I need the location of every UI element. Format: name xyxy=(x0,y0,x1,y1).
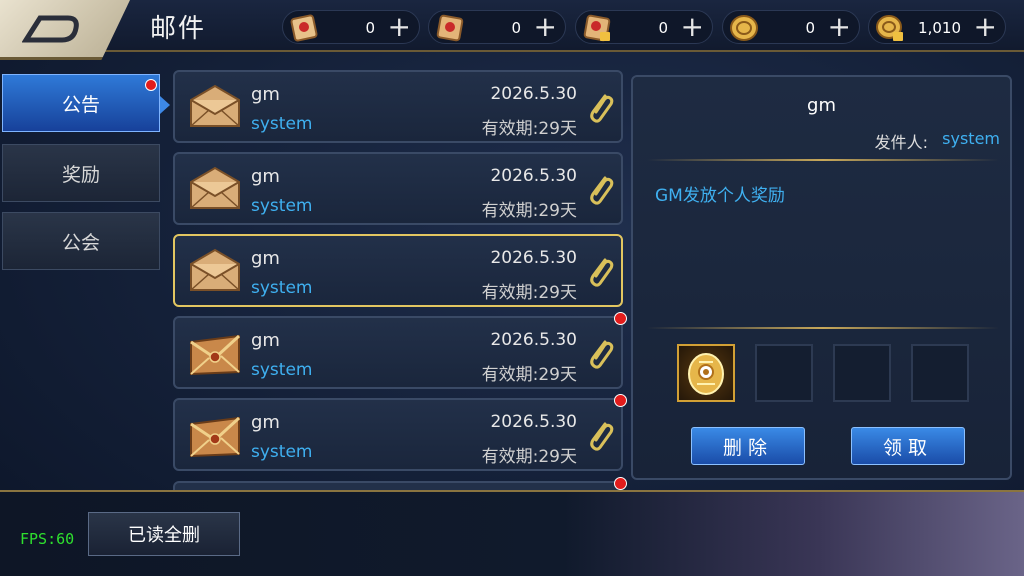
resource-counter: 0 + xyxy=(722,10,860,44)
delete-button[interactable]: 删除 xyxy=(691,427,805,465)
attachment-clip-icon xyxy=(585,90,615,126)
attachment-slot[interactable] xyxy=(911,344,969,402)
sender-label: 发件人: xyxy=(874,133,928,152)
tab-label: 公告 xyxy=(61,93,100,116)
mail-expiry: 有效期:29天 xyxy=(481,283,577,303)
attachment-slot[interactable] xyxy=(677,344,735,402)
add-resource-button[interactable]: + xyxy=(681,11,704,43)
mail-expiry: 有效期:29天 xyxy=(481,365,577,385)
envelope-icon xyxy=(187,164,243,214)
sealed-envelope-icon xyxy=(187,410,243,460)
sender-name: system xyxy=(942,129,1000,148)
claim-button[interactable]: 领取 xyxy=(851,427,965,465)
mail-date: 2026.5.30 xyxy=(490,166,577,186)
mail-sender: gm xyxy=(251,248,280,269)
tab-label: 奖励 xyxy=(61,163,100,186)
tab-reward[interactable]: 奖励 xyxy=(2,144,160,202)
mail-sender: gm xyxy=(251,84,280,105)
resource-value: 1,010 xyxy=(918,19,961,37)
mail-body: GM发放个人奖励 xyxy=(655,186,785,206)
mail-item[interactable]: gm system 2026.5.30 有效期:29天 xyxy=(173,394,627,471)
resource-counter: 0 + xyxy=(282,10,420,44)
unread-badge xyxy=(145,79,157,91)
red-scroll-icon xyxy=(287,12,321,44)
attachment-slot[interactable] xyxy=(755,344,813,402)
resource-counter: 0 + xyxy=(428,10,566,44)
mail-from: system xyxy=(251,360,313,380)
delete-read-all-button[interactable]: 已读全删 xyxy=(88,512,240,556)
locked-gold-coin-icon xyxy=(873,12,907,44)
mail-date: 2026.5.30 xyxy=(490,330,577,350)
mail-expiry: 有效期:29天 xyxy=(481,447,577,467)
resource-value: 0 xyxy=(658,19,668,37)
envelope-icon xyxy=(187,246,243,296)
attachment-slot[interactable] xyxy=(833,344,891,402)
mail-sender: gm xyxy=(251,330,280,351)
add-resource-button[interactable]: + xyxy=(388,11,411,43)
detail-title: gm xyxy=(807,95,836,116)
mail-sender: gm xyxy=(251,412,280,433)
attachment-clip-icon xyxy=(585,172,615,208)
mail-item[interactable]: gm system 2026.5.30 有效期:29天 xyxy=(173,234,623,307)
divider xyxy=(647,327,999,329)
page-title: 邮件 xyxy=(150,14,207,44)
gold-emblem-icon xyxy=(688,353,724,395)
add-resource-button[interactable]: + xyxy=(534,11,557,43)
mail-item[interactable]: gm system 2026.5.30 有效期:29天 xyxy=(173,70,623,143)
resource-value: 0 xyxy=(365,19,375,37)
divider xyxy=(647,159,999,161)
attachment-clip-icon xyxy=(585,336,615,372)
gold-coin-icon xyxy=(727,12,761,44)
unread-badge xyxy=(614,312,627,325)
resource-counter: 1,010 + xyxy=(868,10,1006,44)
mail-expiry: 有效期:29天 xyxy=(481,119,577,139)
mail-from: system xyxy=(251,196,313,216)
mail-from: system xyxy=(251,278,313,298)
mail-expiry: 有效期:29天 xyxy=(481,201,577,221)
attachment-clip-icon xyxy=(585,254,615,290)
locked-ticket-icon xyxy=(580,12,614,44)
mail-sender: gm xyxy=(251,166,280,187)
resource-value: 0 xyxy=(511,19,521,37)
red-ticket-icon xyxy=(433,12,467,44)
resource-value: 0 xyxy=(805,19,815,37)
tab-label: 公会 xyxy=(61,231,100,254)
mail-date: 2026.5.30 xyxy=(490,412,577,432)
add-resource-button[interactable]: + xyxy=(974,11,997,43)
tab-announcement[interactable]: 公告 xyxy=(2,74,160,132)
add-resource-button[interactable]: + xyxy=(828,11,851,43)
unread-badge xyxy=(614,394,627,407)
tab-guild[interactable]: 公会 xyxy=(2,212,160,270)
envelope-icon xyxy=(187,82,243,132)
mail-item[interactable]: gm system 2026.5.30 有效期:29天 xyxy=(173,312,627,389)
back-arrow-icon xyxy=(22,15,79,43)
fps-counter: FPS:60 xyxy=(20,530,75,548)
mail-from: system xyxy=(251,442,313,462)
mail-item[interactable]: gm system 2026.5.30 有效期:29天 xyxy=(173,152,623,225)
active-tab-pointer xyxy=(160,96,170,114)
unread-badge xyxy=(614,477,627,490)
resource-counter: 0 + xyxy=(575,10,713,44)
mail-from: system xyxy=(251,114,313,134)
mail-date: 2026.5.30 xyxy=(490,84,577,104)
sealed-envelope-icon xyxy=(187,328,243,378)
attachment-clip-icon xyxy=(585,418,615,454)
mail-detail-panel: gm 发件人: system GM发放个人奖励 删除 领取 xyxy=(631,75,1012,480)
mail-date: 2026.5.30 xyxy=(490,248,577,268)
